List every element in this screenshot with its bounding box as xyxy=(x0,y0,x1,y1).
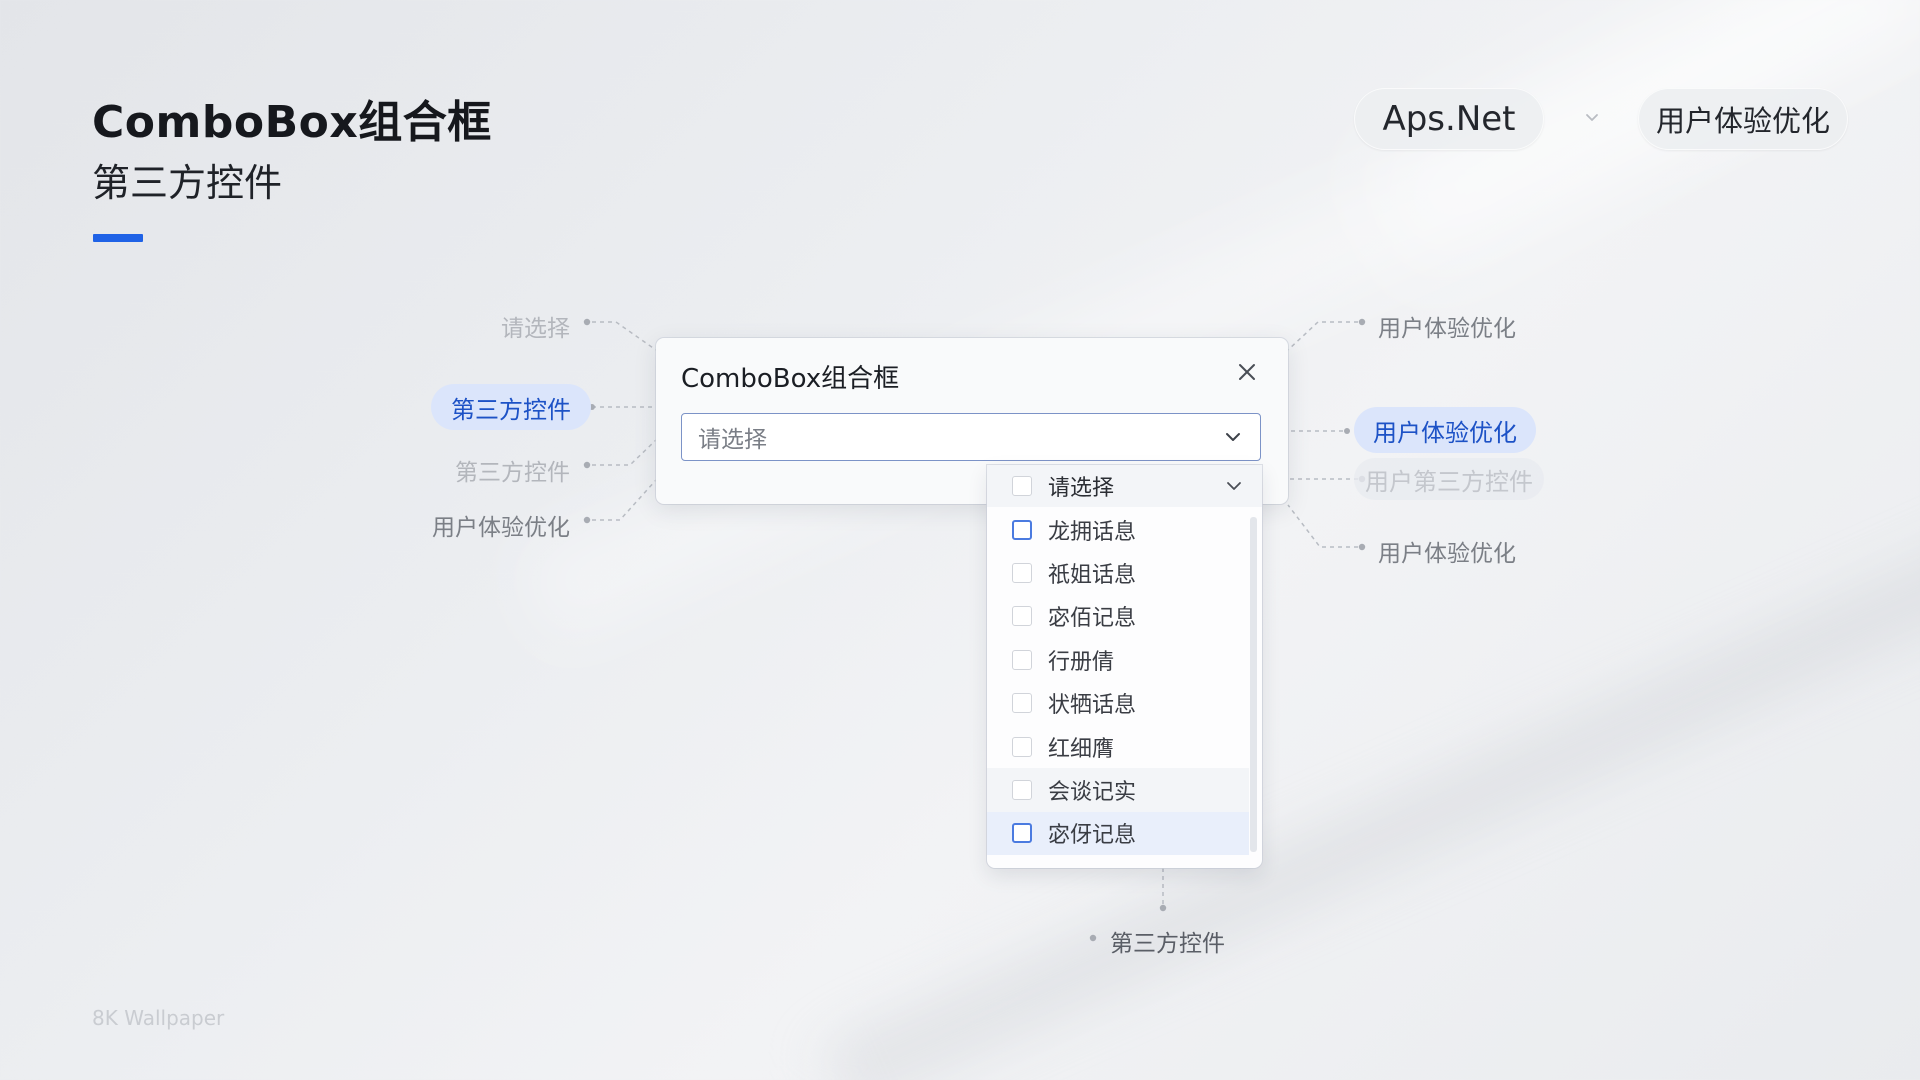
list-item-label: 祇姐话息 xyxy=(1048,563,1137,589)
combobox-dropdown: 请选择 龙拥话息 祇姐话息 宓佰记息 行册倩 状牺话息 红细膺 会谈记实 宓伢记… xyxy=(987,465,1262,868)
checkbox[interactable] xyxy=(1012,823,1032,844)
right-label-ux-bottom: 用户体验优化 xyxy=(1378,541,1516,567)
page-subtitle: 第三方控件 xyxy=(92,161,283,205)
list-item-label: 宓佰记息 xyxy=(1048,606,1137,632)
right-chip-faint-label: 用户第三方控件 xyxy=(1365,467,1533,496)
list-item[interactable]: 行册倩 xyxy=(987,638,1249,681)
combobox-input[interactable]: 请选择 xyxy=(681,413,1261,461)
framework-pill-label: Aps.Net xyxy=(1382,99,1516,139)
chevron-down-icon[interactable] xyxy=(1224,476,1244,496)
list-item-label: 会谈记实 xyxy=(1048,780,1137,806)
checkbox[interactable] xyxy=(1012,519,1032,540)
list-item-label: 状牺话息 xyxy=(1048,693,1137,719)
list-item-label: 红细膺 xyxy=(1048,736,1115,762)
topic-pill-label: 用户体验优化 xyxy=(1655,104,1830,138)
dropdown-list: 龙拥话息 祇姐话息 宓佰记息 行册倩 状牺话息 红细膺 会谈记实 宓伢记息 xyxy=(987,508,1249,856)
right-label-ux: 用户体验优化 xyxy=(1378,316,1516,342)
dropdown-header-label: 请选择 xyxy=(1048,476,1115,501)
left-chip-label: 第三方控件 xyxy=(451,395,571,424)
dialog-title: ComboBox组合框 xyxy=(681,364,900,394)
list-item-label: 宓伢记息 xyxy=(1048,823,1137,849)
checkbox[interactable] xyxy=(1012,780,1032,801)
list-item[interactable]: 龙拥话息 xyxy=(987,508,1249,551)
dropdown-header[interactable]: 请选择 xyxy=(987,465,1262,507)
connector-lines xyxy=(583,318,1366,942)
left-label-ux: 用户体验优化 xyxy=(432,515,570,541)
bottom-label-third-party: 第三方控件 xyxy=(1110,931,1225,957)
close-icon[interactable] xyxy=(1235,360,1259,384)
list-item[interactable]: 会谈记实 xyxy=(987,768,1249,812)
right-chip-ux[interactable]: 用户体验优化 xyxy=(1354,407,1536,453)
list-item-label: 行册倩 xyxy=(1048,649,1115,675)
chevron-down-icon[interactable] xyxy=(1222,426,1244,448)
right-chip-faint: 用户第三方控件 xyxy=(1354,458,1544,500)
list-item[interactable]: 宓佰记息 xyxy=(987,595,1249,638)
accent-bar xyxy=(93,234,143,242)
watermark: 8K Wallpaper xyxy=(92,1006,225,1030)
framework-pill[interactable]: Aps.Net xyxy=(1354,88,1544,150)
list-item[interactable]: 祇姐话息 xyxy=(987,551,1249,594)
topic-pill[interactable]: 用户体验优化 xyxy=(1638,88,1848,150)
dropdown-scrollbar[interactable] xyxy=(1250,517,1257,852)
list-item[interactable]: 宓伢记息 xyxy=(987,811,1249,856)
list-item[interactable]: 状牺话息 xyxy=(987,682,1249,725)
checkbox[interactable] xyxy=(1012,606,1032,627)
list-item[interactable]: 红细膺 xyxy=(987,725,1249,768)
checkbox[interactable] xyxy=(1012,736,1032,757)
checkbox[interactable] xyxy=(1012,476,1032,496)
checkbox[interactable] xyxy=(1012,693,1032,714)
checkbox[interactable] xyxy=(1012,649,1032,670)
right-chip-label: 用户体验优化 xyxy=(1373,418,1517,447)
checkbox[interactable] xyxy=(1012,563,1032,584)
list-item-label: 龙拥话息 xyxy=(1048,519,1137,545)
combobox-input-value: 请选择 xyxy=(698,427,767,453)
left-label-third-party: 第三方控件 xyxy=(455,460,570,486)
page-title: ComboBox组合框 xyxy=(92,97,492,148)
left-label-select: 请选择 xyxy=(501,316,570,342)
left-chip-third-party[interactable]: 第三方控件 xyxy=(431,384,591,430)
chevron-down-icon[interactable] xyxy=(1582,108,1602,128)
